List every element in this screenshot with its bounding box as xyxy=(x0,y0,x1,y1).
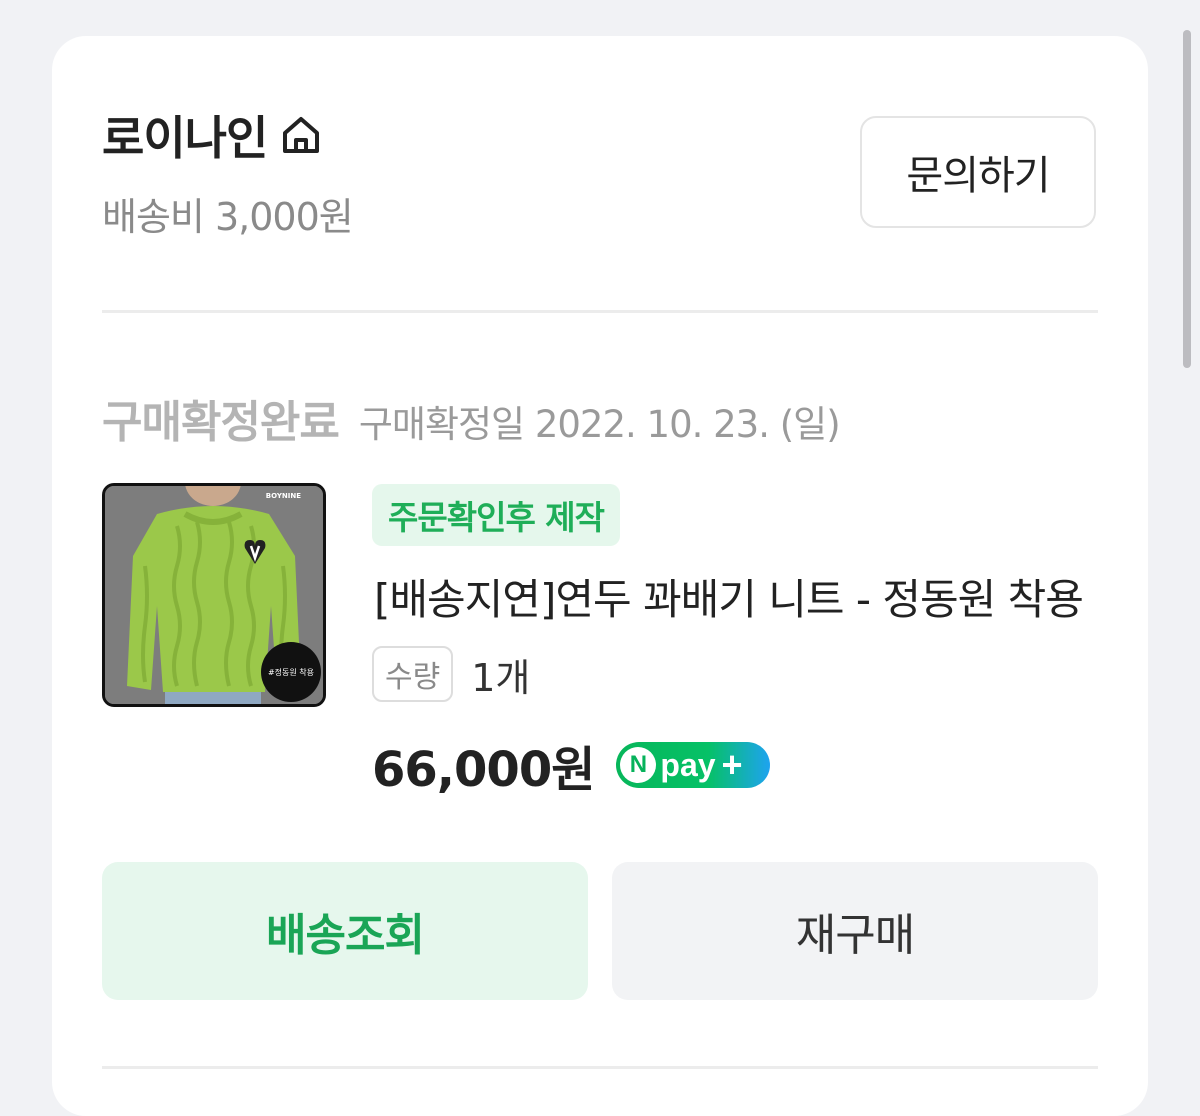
npay-text: pay xyxy=(660,746,716,783)
seller-header: 로이나인 xyxy=(102,102,323,168)
product-thumbnail[interactable]: BOYNINE #정동원 착용 xyxy=(102,483,326,707)
scrollbar[interactable] xyxy=(1183,30,1191,368)
thumbnail-tag: #정동원 착용 xyxy=(268,667,314,677)
order-status-row: 구매확정완료 구매확정일 2022. 10. 23. (일) xyxy=(102,386,841,450)
made-to-order-badge: 주문확인후 제작 xyxy=(372,484,621,546)
home-icon[interactable] xyxy=(279,113,323,157)
npay-plus-badge: N pay + xyxy=(616,742,771,788)
product-price: 66,000원 xyxy=(372,742,595,798)
seller-name[interactable]: 로이나인 xyxy=(102,102,268,168)
divider xyxy=(102,1066,1098,1069)
order-card: 로이나인 배송비 3,000원 문의하기 구매확정완료 구매확정일 2022. … xyxy=(52,36,1148,1116)
divider xyxy=(102,310,1098,313)
quantity-value: 1개 xyxy=(471,655,531,700)
quantity-label: 수량 xyxy=(372,646,454,702)
shipping-fee: 배송비 3,000원 xyxy=(102,195,354,239)
price-row: 66,000원 N pay + xyxy=(372,730,771,800)
quantity-row: 수량 1개 xyxy=(372,646,530,702)
product-name[interactable]: [배송지연]연두 꽈배기 니트 - 정동원 착용 xyxy=(374,566,1104,627)
thumbnail-brand: BOYNINE xyxy=(266,492,301,500)
confirm-date: 구매확정일 2022. 10. 23. (일) xyxy=(358,403,841,446)
npay-n-icon: N xyxy=(620,747,657,783)
inquiry-button[interactable]: 문의하기 xyxy=(860,116,1096,228)
order-status: 구매확정완료 xyxy=(102,397,340,448)
rebuy-button[interactable]: 재구매 xyxy=(612,862,1098,1000)
track-delivery-button[interactable]: 배송조회 xyxy=(102,862,588,1000)
plus-icon: + xyxy=(721,744,743,785)
